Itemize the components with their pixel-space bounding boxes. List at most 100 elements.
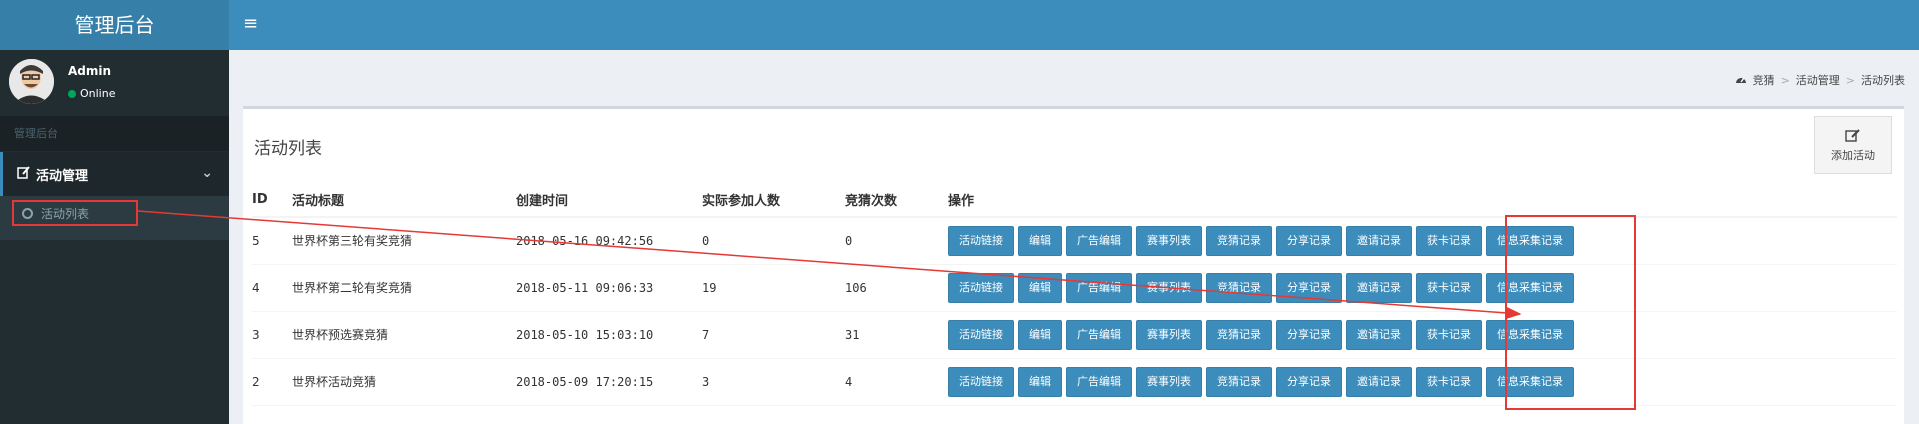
cell-guesses: 106 [845,264,948,312]
dashboard-icon [1735,74,1747,87]
table-row: 4 世界杯第二轮有奖竞猜 2018-05-11 09:06:33 19 106 活动链接编… [252,264,1897,312]
cell-participants: 3 [702,358,845,406]
sidebar-menu-label: 活动管理 [36,168,89,184]
action-button-7[interactable]: 获卡记录 [1416,225,1482,256]
sidebar-menu-activity-management[interactable]: 活动管理 ⌄ [0,152,229,196]
column-header: 创建时间 [516,182,702,218]
annotation-highlight-box [1505,215,1636,410]
chevron-down-icon: ⌄ [201,165,213,181]
add-activity-label: 添加活动 [1831,148,1875,162]
action-button-4[interactable]: 竞猜记录 [1206,225,1272,256]
action-button-3[interactable]: 赛事列表 [1136,272,1202,303]
action-button-2[interactable]: 广告编辑 [1066,366,1132,397]
cell-title: 世界杯第二轮有奖竞猜 [292,264,516,312]
action-button-4[interactable]: 竞猜记录 [1206,319,1272,350]
action-button-7[interactable]: 获卡记录 [1416,366,1482,397]
action-button-3[interactable]: 赛事列表 [1136,225,1202,256]
cell-guesses: 31 [845,311,948,359]
action-button-0[interactable]: 活动链接 [948,319,1014,350]
cell-participants: 7 [702,311,845,359]
action-button-3[interactable]: 赛事列表 [1136,366,1202,397]
cell-id: 2 [252,358,292,406]
action-button-6[interactable]: 邀请记录 [1346,319,1412,350]
sidebar: Admin Online 管理后台 活动管理 ⌄ 活动列表 [0,50,229,424]
action-button-3[interactable]: 赛事列表 [1136,319,1202,350]
action-button-1[interactable]: 编辑 [1018,272,1062,303]
cell-actions: 活动链接 编辑 广告编辑 赛事列表 竞猜记录 分享记录 邀请记录 获卡记录 信息采集记录 [948,311,1897,359]
cell-actions: 活动链接 编辑 广告编辑 赛事列表 竞猜记录 分享记录 邀请记录 获卡记录 信息采集记录 [948,358,1897,406]
action-button-2[interactable]: 广告编辑 [1066,225,1132,256]
action-button-0[interactable]: 活动链接 [948,272,1014,303]
action-button-0[interactable]: 活动链接 [948,366,1014,397]
action-button-6[interactable]: 邀请记录 [1346,366,1412,397]
cell-actions: 活动链接 编辑 广告编辑 赛事列表 竞猜记录 分享记录 邀请记录 获卡记录 信息采集记录 [948,217,1897,265]
user-panel: Admin Online [0,50,229,116]
sidebar-submenu: 活动列表 [0,196,229,240]
cell-participants: 19 [702,264,845,312]
app-logo[interactable]: 管理后台 [0,0,229,50]
table-row: 2 世界杯活动竞猜 2018-05-09 17:20:15 3 4 活动链接 编辑 广告编辑赛… [252,358,1897,406]
breadcrumb-separator: > [1780,73,1790,87]
action-button-5[interactable]: 分享记录 [1276,319,1342,350]
cell-actions: 活动链接 编辑 广告编辑 赛事列表 竞猜记录 分享记录 邀请记录 获卡记录 信息采集记录 [948,264,1897,312]
action-button-2[interactable]: 广告编辑 [1066,319,1132,350]
cell-guesses: 4 [845,358,948,406]
column-header: 操作 [948,182,1897,218]
breadcrumb-item: 活动列表 [1861,74,1905,87]
breadcrumb-item[interactable]: 竞猜 [1753,72,1775,88]
top-navbar: ≡ [229,0,1919,50]
action-button-1[interactable]: 编辑 [1018,225,1062,256]
sidebar-item-activity-list[interactable]: 活动列表 [12,200,138,226]
breadcrumb-separator: > [1845,73,1855,87]
action-button-5[interactable]: 分享记录 [1276,366,1342,397]
edit-icon [1845,128,1861,145]
avatar [9,59,54,104]
online-dot-icon [68,89,76,98]
action-button-6[interactable]: 邀请记录 [1346,272,1412,303]
menu-toggle-icon[interactable]: ≡ [243,13,258,35]
action-button-4[interactable]: 竞猜记录 [1206,272,1272,303]
user-status: Online [68,87,115,100]
cell-created: 2018-05-11 09:06:33 [516,264,702,312]
content-box: 活动列表 添加活动 ID 活动标题 创建时间 实际参加人数 竞猜次数 操作 5世… [243,106,1904,424]
action-button-5[interactable]: 分享记录 [1276,225,1342,256]
action-button-6[interactable]: 邀请记录 [1346,225,1412,256]
action-button-4[interactable]: 竞猜记录 [1206,366,1272,397]
edit-icon [17,165,30,183]
circle-icon [22,207,33,219]
add-activity-button[interactable]: 添加活动 [1814,116,1892,174]
table-row: 5 世界杯第三轮有奖竞猜 2018-05-16 09:42:56 0 0 活动链接 编辑 广告… [252,217,1897,265]
page-title: 活动列表 [254,139,322,159]
cell-id: 3 [252,311,292,359]
user-status-label: Online [80,87,116,100]
cell-title: 世界杯预选赛竞猜 [292,311,516,359]
cell-title: 世界杯第三轮有奖竞猜 [292,217,516,265]
column-header: 竞猜次数 [845,182,948,218]
action-button-1[interactable]: 编辑 [1018,366,1062,397]
cell-title: 世界杯活动竞猜 [292,358,516,406]
cell-created: 2018-05-10 15:03:10 [516,311,702,359]
cell-guesses: 0 [845,217,948,265]
sidebar-header: 管理后台 [0,116,229,151]
activity-table: ID 活动标题 创建时间 实际参加人数 竞猜次数 操作 5 世界杯第三轮有奖竞猜 2… [252,182,1897,406]
cell-id: 4 [252,264,292,312]
action-button-7[interactable]: 获卡记录 [1416,319,1482,350]
breadcrumb: 竞猜 > 活动管理 > 活动列表 [1735,72,1905,88]
table-row: 3 世界杯预选赛竞猜 2018-05-10 15:03:10 7 31 活动链接 编辑 广告编… [252,311,1897,359]
column-header: ID [252,182,292,218]
action-button-5[interactable]: 分享记录 [1276,272,1342,303]
cell-created: 2018-05-09 17:20:15 [516,358,702,406]
column-header: 实际参加人数 [702,182,845,218]
action-button-7[interactable]: 获卡记录 [1416,272,1482,303]
cell-id: 5 [252,217,292,265]
table-header-row: ID 活动标题 创建时间 实际参加人数 竞猜次数 操作 [252,182,1897,218]
action-button-0[interactable]: 活动链接 [948,225,1014,256]
cell-participants: 0 [702,217,845,265]
cell-created: 2018-05-16 09:42:56 [516,217,702,265]
breadcrumb-item[interactable]: 活动管理 [1796,72,1840,88]
action-button-2[interactable]: 广告编辑 [1066,272,1132,303]
action-button-1[interactable]: 编辑 [1018,319,1062,350]
sidebar-item-label: 活动列表 [41,206,90,221]
column-header: 活动标题 [292,182,516,218]
user-name: Admin [68,64,112,78]
